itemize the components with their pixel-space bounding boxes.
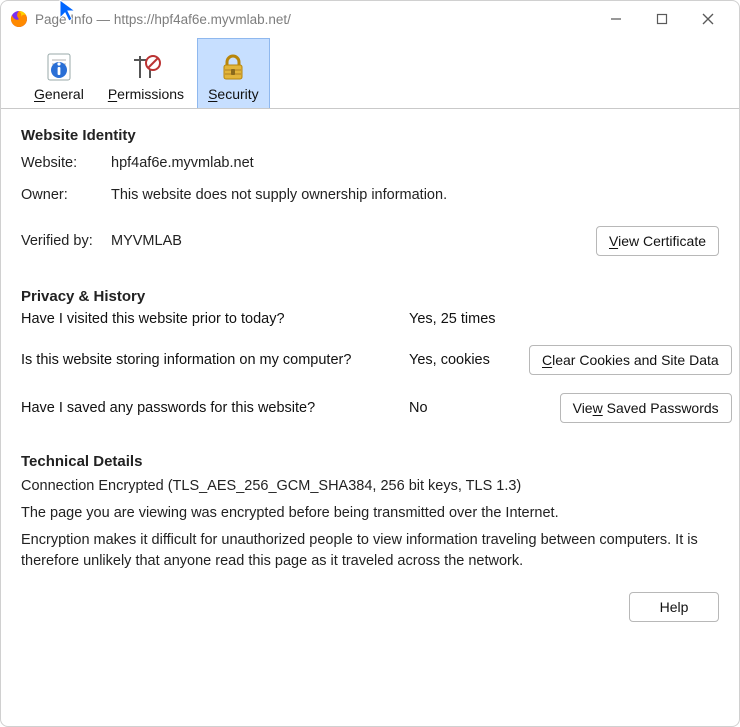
help-button[interactable]: Help	[629, 592, 719, 622]
technical-line1: Connection Encrypted (TLS_AES_256_GCM_SH…	[21, 476, 719, 497]
a-storing: Yes, cookies	[409, 352, 529, 368]
identity-owner-row: Owner: This website does not supply owne…	[21, 182, 719, 208]
tab-permissions-label: Permissions	[108, 86, 184, 102]
technical-heading: Technical Details	[21, 453, 719, 470]
identity-verified-row: Verified by: MYVMLAB View Certificate	[21, 226, 719, 256]
tab-security-label: Security	[208, 86, 259, 102]
toolbar: General Permissions	[1, 37, 739, 109]
tab-security[interactable]: Security	[197, 38, 270, 108]
identity-website-label: Website:	[21, 155, 111, 171]
a-passwords: No	[409, 400, 529, 416]
titlebar: Page Info — https://hpf4af6e.myvmlab.net…	[1, 1, 739, 37]
window-title: Page Info — https://hpf4af6e.myvmlab.net…	[35, 12, 291, 27]
identity-verified-value: MYVMLAB	[111, 233, 596, 249]
tab-general-label: General	[34, 86, 84, 102]
minimize-button[interactable]	[593, 1, 639, 37]
q-storing: Is this website storing information on m…	[21, 352, 409, 368]
identity-heading: Website Identity	[21, 127, 719, 144]
close-button[interactable]	[685, 1, 731, 37]
permissions-icon	[129, 50, 163, 84]
maximize-button[interactable]	[639, 1, 685, 37]
technical-line3: Encryption makes it difficult for unauth…	[21, 530, 719, 572]
content-pane: Website Identity Website: hpf4af6e.myvml…	[1, 109, 739, 726]
identity-owner-value: This website does not supply ownership i…	[111, 187, 719, 203]
tab-general[interactable]: General	[23, 38, 95, 108]
info-page-icon	[42, 50, 76, 84]
tab-permissions[interactable]: Permissions	[97, 38, 195, 108]
firefox-icon	[9, 9, 29, 29]
view-certificate-button[interactable]: View Certificate	[596, 226, 719, 256]
technical-line2: The page you are viewing was encrypted b…	[21, 503, 719, 524]
q-passwords: Have I saved any passwords for this webs…	[21, 400, 409, 416]
q-visited: Have I visited this website prior to tod…	[21, 311, 409, 327]
identity-website-value: hpf4af6e.myvmlab.net	[111, 155, 719, 171]
lock-icon	[216, 50, 250, 84]
privacy-heading: Privacy & History	[21, 288, 719, 305]
page-info-window: Page Info — https://hpf4af6e.myvmlab.net…	[0, 0, 740, 727]
identity-owner-label: Owner:	[21, 187, 111, 203]
clear-cookies-button[interactable]: Clear Cookies and Site Data	[529, 345, 732, 375]
privacy-grid: Have I visited this website prior to tod…	[21, 311, 719, 423]
view-passwords-button[interactable]: View Saved Passwords	[560, 393, 732, 423]
a-visited: Yes, 25 times	[409, 311, 529, 327]
identity-website-row: Website: hpf4af6e.myvmlab.net	[21, 150, 719, 176]
identity-verified-label: Verified by:	[21, 233, 111, 249]
